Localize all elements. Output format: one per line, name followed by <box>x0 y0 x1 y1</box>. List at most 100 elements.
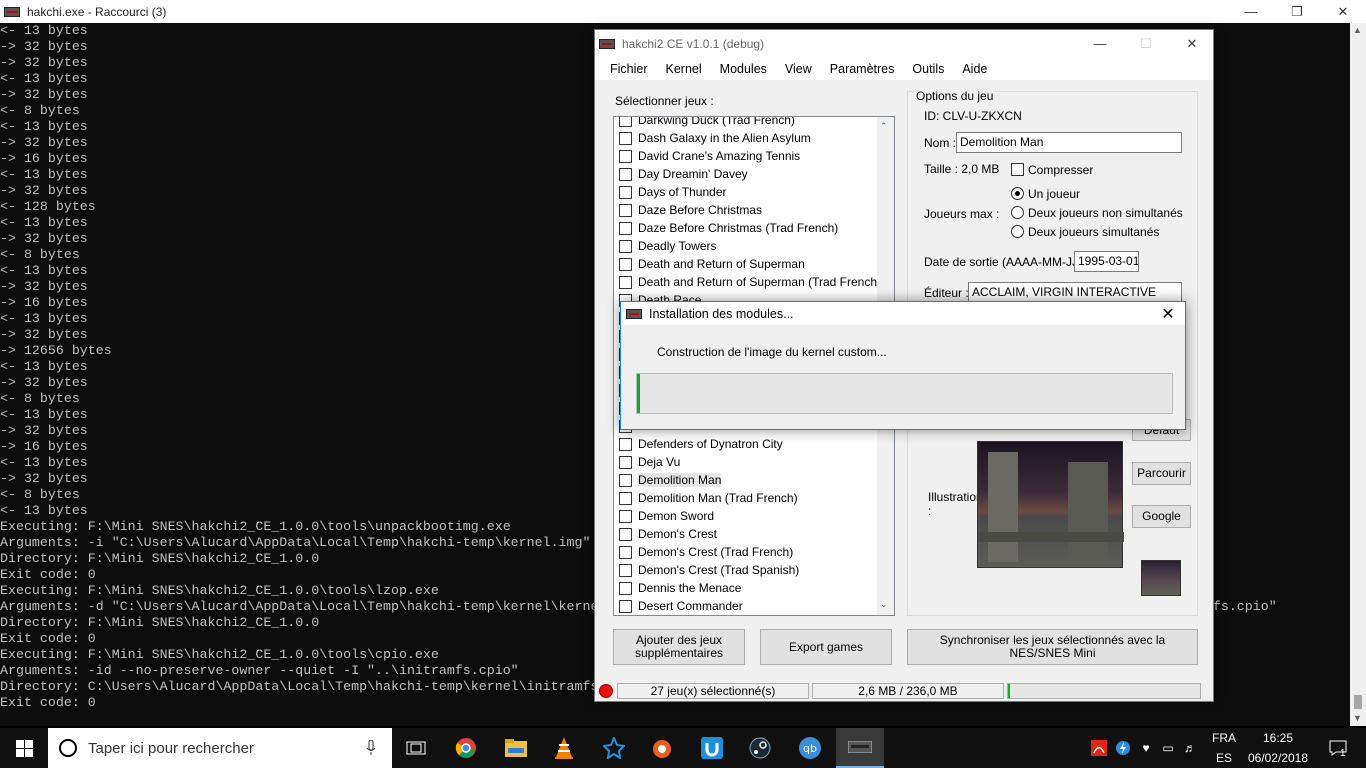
hakchi-minimize-button[interactable]: — <box>1077 32 1123 55</box>
game-checkbox[interactable] <box>619 167 632 181</box>
menu-fichier[interactable]: Fichier <box>601 62 657 76</box>
game-checkbox[interactable] <box>619 527 632 541</box>
game-list-item[interactable]: Demon's Crest (Trad French) <box>614 543 894 561</box>
menu-aide[interactable]: Aide <box>953 62 996 76</box>
selected-count: 27 jeu(x) sélectionné(s) <box>617 683 809 699</box>
game-checkbox[interactable] <box>619 563 632 577</box>
menu-parametres[interactable]: Paramètres <box>821 62 904 76</box>
game-list-item[interactable]: Deadly Towers <box>614 237 894 255</box>
game-checkbox[interactable] <box>619 239 632 253</box>
menu-outils[interactable]: Outils <box>903 62 953 76</box>
game-checkbox[interactable] <box>619 203 632 217</box>
vlc-icon[interactable] <box>544 728 584 768</box>
game-list-item[interactable]: Demon's Crest <box>614 525 894 543</box>
taskbar-search-box[interactable]: Taper ici pour rechercher <box>48 728 392 768</box>
sync-button[interactable]: Synchroniser les jeux sélectionnés avec … <box>907 629 1198 665</box>
release-date-input[interactable]: 1995-03-01 <box>1074 251 1139 272</box>
add-games-button[interactable]: Ajouter des jeux supplémentaires <box>613 629 745 665</box>
start-button[interactable] <box>0 728 48 768</box>
name-input[interactable]: Demolition Man <box>956 132 1182 153</box>
game-list-item[interactable]: Dennis the Menace <box>614 579 894 597</box>
game-checkbox[interactable] <box>619 581 632 595</box>
browse-button[interactable]: Parcourir <box>1132 462 1191 485</box>
scroll-up-icon[interactable]: ▲ <box>1353 25 1362 35</box>
hakchi-titlebar[interactable]: hakchi2 CE v1.0.1 (debug) — ☐ ✕ <box>595 30 1213 58</box>
game-checkbox[interactable] <box>619 599 632 613</box>
game-list-item[interactable]: Demolition Man <box>614 471 894 489</box>
dialog-titlebar[interactable]: Installation des modules... <box>621 302 1185 325</box>
radio-two-players-sim[interactable] <box>1011 225 1024 238</box>
steam-icon[interactable] <box>740 728 780 768</box>
menu-view[interactable]: View <box>776 62 821 76</box>
game-list-item[interactable]: Death and Return of Superman <box>614 255 894 273</box>
game-list-item[interactable]: Desert Commander <box>614 597 894 615</box>
adobe-tray-icon[interactable] <box>1088 728 1110 768</box>
publisher-label: Éditeur : <box>924 286 969 300</box>
game-list-item[interactable]: Demon Sword <box>614 507 894 525</box>
game-list-item[interactable]: Daze Before Christmas <box>614 201 894 219</box>
compress-checkbox[interactable] <box>1011 163 1024 176</box>
microphone-icon[interactable] <box>366 740 376 756</box>
game-checkbox[interactable] <box>619 149 632 163</box>
scrollbar-thumb[interactable] <box>1354 695 1362 709</box>
game-list-item[interactable]: Demolition Man (Trad French) <box>614 489 894 507</box>
lightning-tray-icon[interactable] <box>1112 728 1134 768</box>
list-scroll-up-icon[interactable]: ⌃ <box>880 121 888 132</box>
game-checkbox[interactable] <box>619 221 632 235</box>
hakchi-taskbar-icon[interactable] <box>836 728 884 768</box>
radio-two-players-alt[interactable] <box>1011 206 1024 219</box>
game-list-item[interactable]: Dash Galaxy in the Alien Asylum <box>614 129 894 147</box>
dialog-close-button[interactable]: ✕ <box>1151 302 1185 325</box>
action-center-icon[interactable]: 1 <box>1318 728 1358 768</box>
game-checkbox[interactable] <box>619 257 632 271</box>
hakchi-close-button[interactable]: ✕ <box>1169 32 1215 55</box>
network-tray-icon[interactable]: ▭ <box>1158 728 1178 768</box>
file-explorer-icon[interactable] <box>496 728 536 768</box>
minimize-button[interactable]: — <box>1228 0 1274 23</box>
language-indicator[interactable]: FRA ES <box>1206 728 1242 768</box>
game-list-item[interactable]: Defenders of Dynatron City <box>614 435 894 453</box>
game-list-item[interactable]: Day Dreamin' Davey <box>614 165 894 183</box>
radio-one-player[interactable] <box>1011 187 1024 200</box>
game-checkbox[interactable] <box>619 455 632 469</box>
publisher-input[interactable]: ACCLAIM, VIRGIN INTERACTIVE <box>968 282 1182 303</box>
game-list-item[interactable]: Daze Before Christmas (Trad French) <box>614 219 894 237</box>
menu-kernel[interactable]: Kernel <box>657 62 711 76</box>
app-orange-icon[interactable] <box>642 728 682 768</box>
google-button[interactable]: Google <box>1132 505 1191 528</box>
game-label: Days of Thunder <box>638 185 727 199</box>
people-tray-icon[interactable]: ♥ <box>1136 728 1156 768</box>
list-scroll-down-icon[interactable]: ⌄ <box>880 599 888 610</box>
console-scrollbar[interactable]: ▲ ▼ <box>1350 23 1366 726</box>
export-games-button[interactable]: Export games <box>760 629 892 665</box>
app-star-icon[interactable] <box>594 728 634 768</box>
game-list-item[interactable]: Darkwing Duck (Trad French) <box>614 117 894 129</box>
menu-modules[interactable]: Modules <box>711 62 776 76</box>
game-checkbox[interactable] <box>619 185 632 199</box>
game-list-item[interactable]: Deja Vu <box>614 453 894 471</box>
volume-tray-icon[interactable]: ♬ <box>1180 728 1200 768</box>
game-checkbox[interactable] <box>619 117 632 127</box>
game-checkbox[interactable] <box>619 491 632 505</box>
game-checkbox[interactable] <box>619 275 632 289</box>
game-checkbox[interactable] <box>619 509 632 523</box>
select-games-label: Sélectionner jeux : <box>615 94 714 108</box>
qbittorrent-icon[interactable]: qb <box>790 728 830 768</box>
chrome-icon[interactable] <box>446 728 486 768</box>
uplay-icon[interactable] <box>692 728 732 768</box>
close-button[interactable]: ✕ <box>1320 0 1366 23</box>
clock[interactable]: 16:25 06/02/2018 <box>1244 728 1312 768</box>
game-list-item[interactable]: Death and Return of Superman (Trad Frenc… <box>614 273 894 291</box>
game-checkbox[interactable] <box>619 473 632 487</box>
game-list-item[interactable]: Demon's Crest (Trad Spanish) <box>614 561 894 579</box>
hakchi-maximize-button[interactable]: ☐ <box>1123 32 1169 55</box>
game-checkbox[interactable] <box>619 437 632 451</box>
console-titlebar[interactable]: hakchi.exe - Raccourci (3) — ❐ ✕ <box>0 0 1366 23</box>
task-view-icon[interactable] <box>396 728 436 768</box>
maximize-button[interactable]: ❐ <box>1274 0 1320 23</box>
game-checkbox[interactable] <box>619 131 632 145</box>
game-list-item[interactable]: Days of Thunder <box>614 183 894 201</box>
game-list-item[interactable]: David Crane's Amazing Tennis <box>614 147 894 165</box>
game-checkbox[interactable] <box>619 545 632 559</box>
scroll-down-icon[interactable]: ▼ <box>1353 713 1362 723</box>
